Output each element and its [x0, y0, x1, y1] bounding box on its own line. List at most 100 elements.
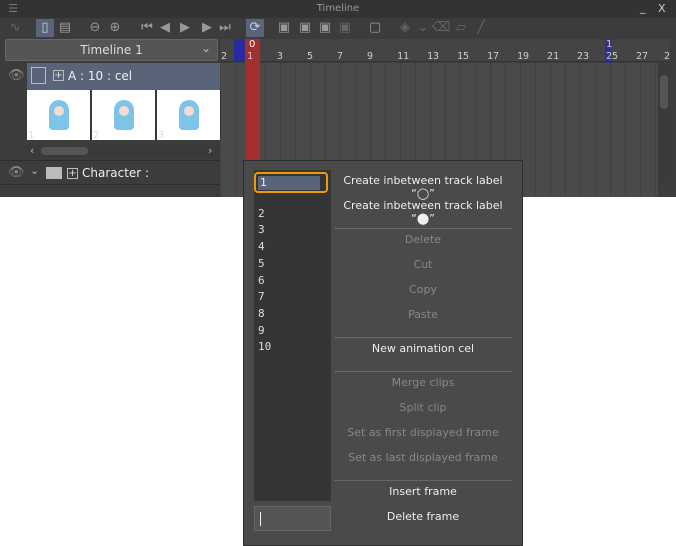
- menu-item[interactable]: Delete frame: [334, 510, 512, 523]
- zoom-out-icon[interactable]: ⊖: [86, 19, 104, 37]
- eye-icon[interactable]: 👁: [8, 68, 25, 83]
- menu-item[interactable]: Create inbetween track label “⬤”: [334, 199, 512, 225]
- new-layer-icon[interactable]: ▤: [56, 19, 74, 37]
- frame-number: 21: [547, 51, 560, 62]
- track-character-label: Character :: [82, 166, 150, 180]
- scroll-right-icon[interactable]: ›: [208, 144, 212, 157]
- first-frame-icon[interactable]: ⏮: [138, 19, 156, 37]
- cel-list-item[interactable]: 5: [258, 257, 265, 270]
- track-character[interactable]: 👁 ⌄ + Character :: [0, 160, 220, 185]
- frame-number: 25: [606, 51, 619, 62]
- chevron-down-icon[interactable]: ⌄: [30, 164, 39, 177]
- frame-number: 3: [277, 51, 284, 62]
- menu-item[interactable]: Insert frame: [334, 485, 512, 498]
- next-frame-icon[interactable]: ▶: [198, 19, 216, 37]
- delete-cel-icon[interactable]: ⌫: [432, 19, 450, 37]
- dropdown-icon[interactable]: ⌄: [414, 19, 432, 37]
- end-marker-label: 1: [606, 39, 613, 50]
- scroll-thumb[interactable]: [660, 75, 668, 109]
- cel-list-item-selected[interactable]: 1: [254, 172, 328, 193]
- cel-list-item[interactable]: 6: [258, 274, 265, 287]
- menu-separator: [334, 480, 512, 481]
- menu-item[interactable]: Paste: [334, 308, 512, 321]
- menu-item[interactable]: Merge clips: [334, 376, 512, 389]
- frame-number: 9: [367, 51, 374, 62]
- prev-frame-icon[interactable]: ◀: [156, 19, 174, 37]
- timeline-select[interactable]: Timeline 1 ⌄: [5, 39, 218, 61]
- text-cursor: [260, 512, 261, 526]
- menu-item[interactable]: Create inbetween track label “◯”: [334, 174, 512, 200]
- start-marker[interactable]: [234, 39, 245, 62]
- cel-list-item[interactable]: 10: [258, 340, 271, 353]
- expand-icon[interactable]: +: [67, 168, 78, 179]
- cel-list-item[interactable]: 2: [258, 207, 265, 220]
- cel-thumbnail[interactable]: [92, 90, 156, 140]
- onion-skin-icon[interactable]: ▣: [316, 19, 334, 37]
- pen-icon[interactable]: ╱: [472, 19, 490, 37]
- cel-list-item[interactable]: 8: [258, 307, 265, 320]
- new-cel-icon[interactable]: ▣: [296, 19, 314, 37]
- character-face: [119, 106, 129, 116]
- character-face: [54, 106, 64, 116]
- title-bar: ☰ Timeline _ X: [0, 0, 676, 18]
- chevron-down-icon: ⌄: [200, 41, 211, 55]
- frame-number: 19: [517, 51, 530, 62]
- menu-item[interactable]: Copy: [334, 283, 512, 296]
- minimize-button[interactable]: _: [640, 1, 646, 14]
- loop-icon[interactable]: ⟳: [246, 19, 264, 37]
- menu-item[interactable]: Cut: [334, 258, 512, 271]
- frame-number: 5: [307, 51, 314, 62]
- close-button[interactable]: X: [658, 2, 666, 15]
- horizontal-scrollbar[interactable]: ‹ ›: [27, 144, 220, 157]
- cel-name-input[interactable]: [254, 506, 331, 531]
- timeline-select-value: Timeline 1: [80, 43, 143, 57]
- cel-number: 3: [158, 130, 165, 141]
- play-icon[interactable]: ▶: [176, 19, 194, 37]
- menu-item[interactable]: Set as first displayed frame: [334, 426, 512, 439]
- frame-number: 23: [577, 51, 590, 62]
- frame-number: 2: [221, 51, 228, 62]
- cel-list-item[interactable]: 3: [258, 223, 265, 236]
- animation-folder-icon: [31, 67, 46, 84]
- character-face: [184, 106, 194, 116]
- last-frame-icon[interactable]: ⏭: [216, 19, 234, 37]
- menu-item[interactable]: Set as last displayed frame: [334, 451, 512, 464]
- zoom-in-icon[interactable]: ⊕: [106, 19, 124, 37]
- cel-number: 2: [93, 130, 100, 141]
- start-marker-label: 0: [249, 39, 256, 50]
- window-title: Timeline: [316, 3, 360, 14]
- frame-number: 7: [337, 51, 344, 62]
- folder-icon: [46, 167, 62, 179]
- cel-number: 1: [28, 130, 35, 141]
- menu-separator: [334, 371, 512, 372]
- frame-number: 1: [247, 51, 254, 62]
- new-animation-folder-icon[interactable]: ▣: [275, 19, 293, 37]
- menu-item[interactable]: Split clip: [334, 401, 512, 414]
- menu-item[interactable]: New animation cel: [334, 342, 512, 355]
- menu-item[interactable]: Delete: [334, 233, 512, 246]
- frame-ruler[interactable]: [220, 39, 670, 62]
- cel-list-item[interactable]: 7: [258, 290, 265, 303]
- menu-separator: [334, 228, 512, 229]
- cel-list[interactable]: 1 2 3 4 5 6 7 8 9 10: [254, 170, 331, 501]
- vertical-scrollbar[interactable]: [658, 63, 670, 181]
- menu-separator: [334, 337, 512, 338]
- link-icon[interactable]: ▣: [336, 19, 354, 37]
- frame-view-icon[interactable]: ▯: [36, 19, 54, 37]
- eye-icon[interactable]: 👁: [8, 165, 25, 180]
- cel-thumbnail[interactable]: [157, 90, 221, 140]
- scroll-thumb[interactable]: [41, 147, 88, 155]
- lightbox-icon[interactable]: ▱: [452, 19, 470, 37]
- cel-list-item[interactable]: 9: [258, 324, 265, 337]
- cel-list-item[interactable]: 4: [258, 240, 265, 253]
- keyframe-icon[interactable]: ◈: [396, 19, 414, 37]
- track-a[interactable]: + A : 10 : cel: [27, 63, 220, 90]
- cel-thumbnail[interactable]: [27, 90, 91, 140]
- frame-number: 17: [487, 51, 500, 62]
- scroll-left-icon[interactable]: ‹: [30, 144, 34, 157]
- cel-list-item-label: 1: [258, 175, 320, 190]
- context-popup: 1 2 3 4 5 6 7 8 9 10 Create inbetween track label…: [243, 160, 523, 546]
- expand-icon[interactable]: +: [53, 70, 64, 81]
- graph-icon[interactable]: ∿: [6, 19, 24, 37]
- frame-display-icon[interactable]: ▢: [366, 19, 384, 37]
